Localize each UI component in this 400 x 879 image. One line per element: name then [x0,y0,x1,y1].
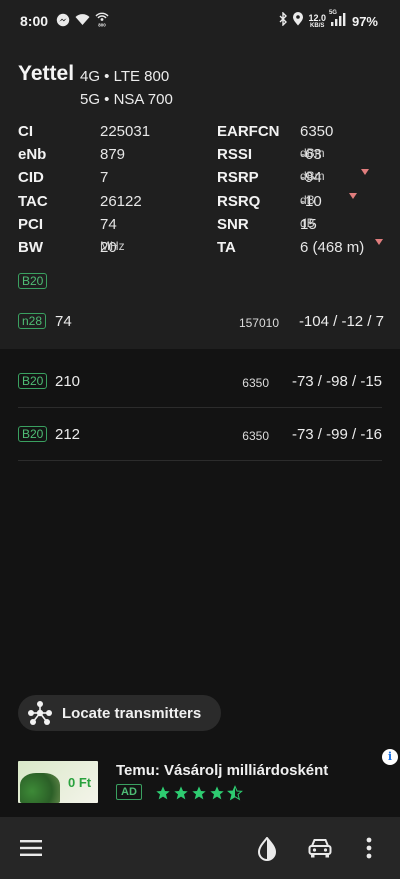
nr-cell-row[interactable]: n28 74 157010 -104 / -12 / 7 [18,312,384,332]
pci-value: 74 [100,215,117,233]
svg-text:800: 800 [98,22,106,27]
band-badge: B20 [18,273,48,289]
wifi-icon [75,13,90,31]
status-bar: 8:00 800 12.0 KB/S 5G 97% [0,0,400,44]
ad-badge: AD [116,784,142,800]
ad-title: Temu: Vásárolj milliárdosként [116,762,329,779]
earfcn-value: 6350 [300,123,334,140]
cell-info-row: CID 7 RSRP -94 dBm [18,169,388,192]
net-speed: 12.0 KB/S [308,12,326,29]
locate-transmitters-button[interactable]: Locate transmitters [18,695,221,731]
rssi-label: RSSI [217,146,253,164]
nr-signal-values: -104 / -12 / 7 [298,313,384,330]
cid-label: CID [18,169,44,187]
nr-pci: 74 [55,313,72,330]
ad-banner[interactable]: 0 Ft Temu: Vásárolj milliárdosként AD i [0,748,400,816]
neighbor-signal-values: -73 / -99 / -16 [291,426,382,443]
car-mode-icon[interactable] [307,837,333,864]
enb-value: 879 [100,146,126,164]
band-badge: n28 [18,313,47,329]
more-options-icon[interactable] [366,837,372,864]
hotspot-icon: 800 [95,12,109,32]
neighbor-pci: 212 [55,426,81,443]
tac-label: TAC [18,192,48,210]
trend-down-icon [349,192,357,199]
locate-transmitters-label: Locate transmitters [62,704,202,722]
nr-arfcn: 157010 [238,316,279,330]
list-item[interactable]: B20 212 6350 -73 / -99 / -16 [18,408,382,461]
cell-info-row: BW 20 MHz TA 6 (468 m) [18,238,388,262]
cell-info-row: PCI 74 SNR 15 dB [18,215,317,233]
ta-label: TA [217,238,236,256]
trend-down-icon [375,238,383,245]
bw-label: BW [18,238,43,256]
tech-line-nr: 5G • NSA 700 [80,91,173,108]
list-item[interactable]: B20 210 6350 -73 / -98 / -15 [18,355,382,408]
earfcn-label: EARFCN [217,123,280,140]
network-nodes-icon [28,701,52,725]
ta-value: 6 (468 m) [300,238,365,256]
neighbor-signal-values: -73 / -98 / -15 [291,373,382,390]
neighbor-cell-list: B20 210 6350 -73 / -98 / -15 B20 212 635… [0,355,400,461]
cid-value: 7 [100,169,109,187]
bottom-app-bar [0,817,400,879]
tech-line-lte: 4G • LTE 800 [80,68,170,85]
cell-info-row: CI 225031 EARFCN 6350 [18,123,388,146]
location-icon [292,12,304,31]
ad-thumb-text: 0 Ft [68,775,92,790]
ci-value: 225031 [100,123,151,140]
signal-icon: 5G [329,10,346,31]
neighbor-pci: 210 [55,373,81,390]
enb-label: eNb [18,146,47,164]
neighbor-arfcn: 6350 [242,376,269,390]
ci-label: CI [18,123,33,140]
ad-info-icon[interactable]: i [382,749,398,765]
status-time: 8:00 [20,13,49,29]
operator-name: Yettel [18,62,75,85]
theme-toggle-icon[interactable] [256,836,278,866]
star-icon [210,786,224,800]
ad-thumbnail: 0 Ft [18,761,98,803]
star-icon [156,786,170,800]
cell-info-grid: CI 225031 EARFCN 6350 eNb 879 RSSI -63 d… [18,123,388,262]
ad-rating [155,785,243,801]
star-icon [192,786,206,800]
snr-label: SNR [217,215,249,233]
rsrq-label: RSRQ [217,192,261,210]
cell-info-row: eNb 879 RSSI -63 dBm [18,146,325,164]
bluetooth-icon [278,11,288,31]
half-star-icon [227,785,243,801]
rsrp-label: RSRP [217,169,259,187]
band-badge: B20 [18,373,48,389]
trend-down-icon [361,169,369,176]
battery-level: 97% [351,14,378,29]
messenger-icon [56,13,70,32]
menu-icon[interactable] [20,839,42,862]
star-icon [174,786,188,800]
serving-cell-panel: Yettel 4G • LTE 800 5G • NSA 700 CI 2250… [0,44,400,349]
tac-value: 26122 [100,192,142,210]
pci-label: PCI [18,215,44,233]
cell-info-row: TAC 26122 RSRQ -10 dB [18,192,388,216]
band-badge: B20 [18,426,48,442]
neighbor-arfcn: 6350 [242,429,269,443]
